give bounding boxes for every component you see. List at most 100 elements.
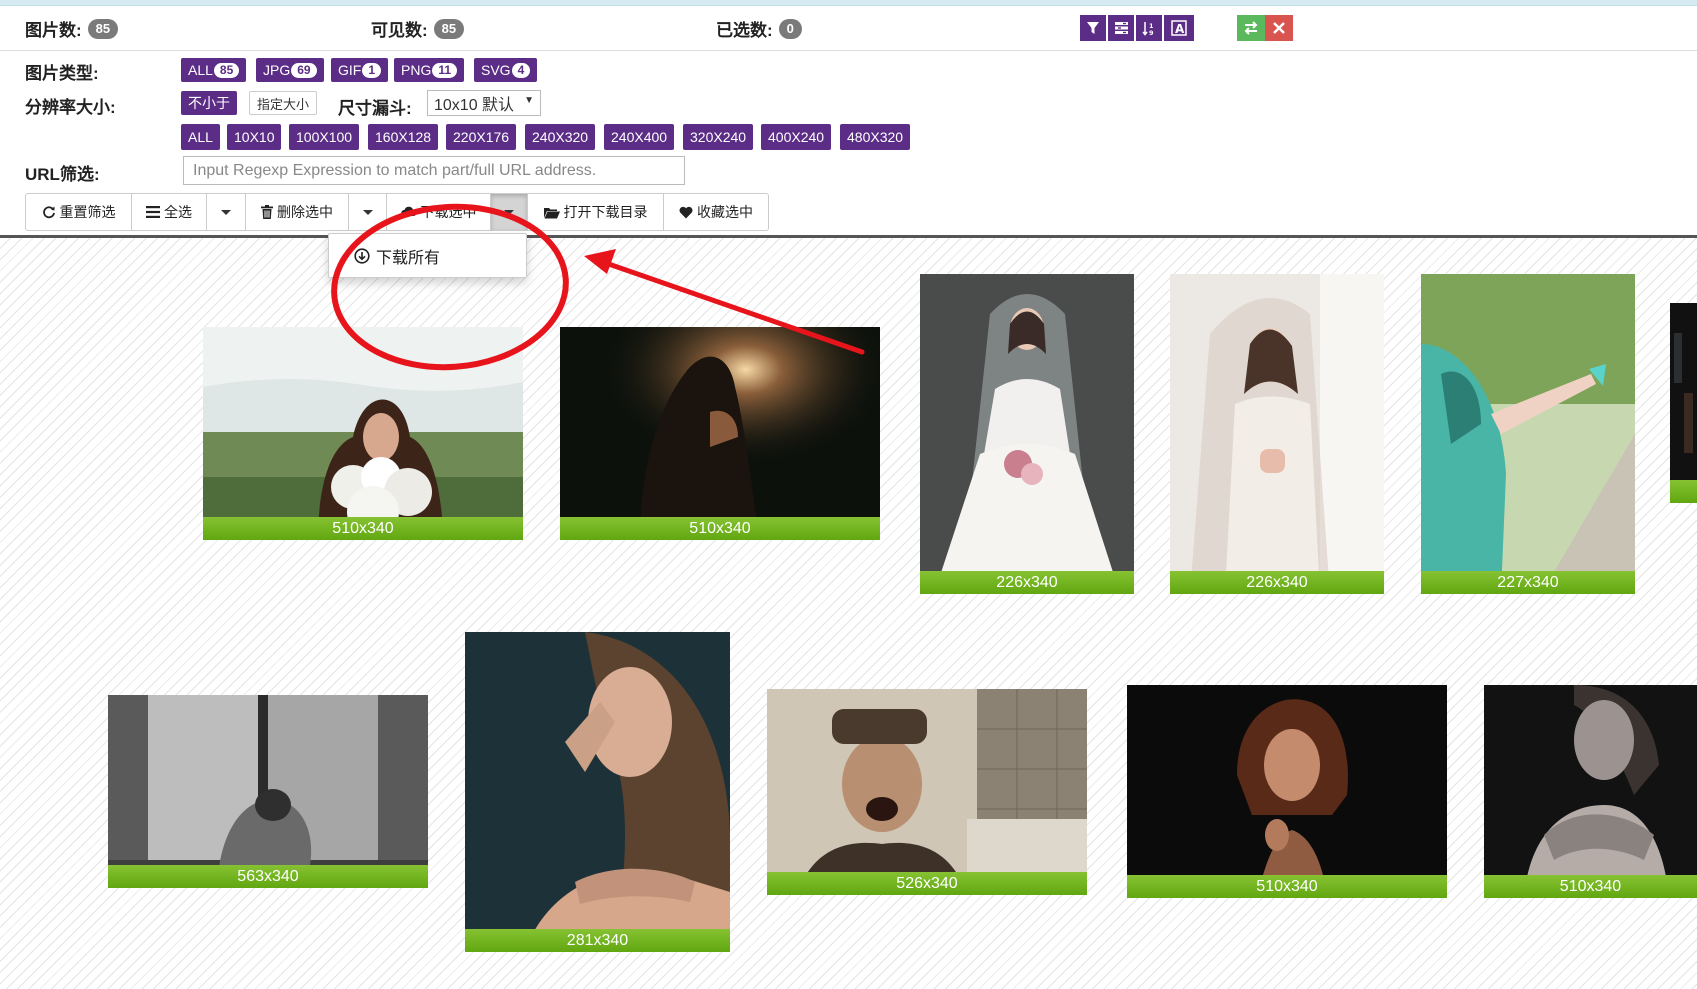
selected-count-label: 已选数: [716, 21, 773, 40]
selected-count-badge: 0 [778, 18, 802, 39]
image-card-partial[interactable] [1670, 303, 1697, 503]
select-all-button[interactable]: 全选 [132, 194, 207, 230]
size-filter-240x400[interactable]: 240X400 [604, 124, 675, 150]
total-count-label: 图片数: [25, 21, 82, 40]
photo-thumbnail [767, 689, 1087, 895]
filter-icon [1087, 22, 1099, 34]
font-toggle-button[interactable]: A [1164, 15, 1194, 41]
download-circle-icon [354, 247, 370, 264]
favorite-selected-button[interactable]: 收藏选中 [664, 194, 768, 230]
caret-down-icon: ▼ [524, 95, 534, 106]
delete-selected-label: 删除选中 [277, 204, 333, 220]
type-filter-all-name: ALL [188, 62, 213, 78]
image-type-label: 图片类型: [25, 64, 99, 83]
font-icon: A [1171, 20, 1187, 36]
image-card[interactable]: 526x340 [767, 689, 1087, 895]
size-funnel-select[interactable]: 10x10 默认 ▼ [427, 90, 541, 116]
image-card[interactable]: 226x340 [1170, 274, 1384, 594]
type-filter-all[interactable]: ALL 85 [181, 58, 247, 82]
type-filter-gif-name: GIF [338, 62, 362, 78]
type-filter-gif-count: 1 [362, 62, 382, 78]
svg-text:9: 9 [1149, 29, 1154, 36]
top-border [0, 0, 1697, 6]
type-filter-gif[interactable]: GIF 1 [331, 58, 389, 82]
close-icon [1273, 22, 1285, 34]
image-size-caption: 563x340 [108, 865, 428, 888]
select-all-label: 全选 [164, 204, 192, 220]
close-button[interactable] [1265, 15, 1293, 41]
type-filter-svg-count: 4 [511, 62, 531, 78]
image-size-caption: 510x340 [203, 517, 523, 540]
cloud-download-icon [400, 206, 417, 219]
image-card[interactable]: 510x340 [203, 327, 523, 540]
type-filter-svg[interactable]: SVG 4 [474, 58, 538, 82]
photo-thumbnail [1421, 274, 1635, 594]
image-size-caption: 226x340 [1170, 571, 1384, 594]
filter-toggle-button[interactable] [1080, 15, 1106, 41]
action-button-group: 重置筛选 全选 删除选中 下载选中 打开下载目录 收藏选中 [25, 193, 769, 231]
size-filter-10x10[interactable]: 10X10 [227, 124, 282, 150]
select-options-dropdown-toggle[interactable] [207, 194, 246, 230]
size-filter-220x176[interactable]: 220X176 [446, 124, 517, 150]
size-filter-480x320[interactable]: 480X320 [840, 124, 911, 150]
visible-count-stat: 可见数: 85 [371, 16, 465, 41]
size-filter-all[interactable]: ALL [181, 124, 220, 150]
photo-thumbnail [203, 327, 523, 540]
type-filter-png-count: 11 [432, 62, 458, 78]
resolution-label: 分辨率大小: [25, 98, 116, 117]
type-filter-jpg-count: 69 [291, 62, 317, 78]
sort-toggle-button[interactable]: 19 [1136, 15, 1162, 41]
image-card[interactable]: 281x340 [465, 632, 730, 952]
size-filter-160x128[interactable]: 160X128 [368, 124, 439, 150]
url-filter-label: URL筛选: [25, 165, 100, 184]
reset-filter-button[interactable]: 重置筛选 [26, 194, 132, 230]
delete-options-dropdown-toggle[interactable] [349, 194, 387, 230]
exchange-icon [1244, 21, 1258, 35]
url-regexp-input[interactable] [183, 156, 685, 185]
tasks-icon [1114, 22, 1128, 34]
photo-thumbnail [1127, 685, 1447, 898]
visible-count-badge: 85 [433, 18, 465, 39]
delete-selected-button[interactable]: 删除选中 [246, 194, 349, 230]
download-all-label: 下载所有 [376, 249, 441, 267]
download-selected-button[interactable]: 下载选中 [387, 194, 491, 230]
selected-count-stat: 已选数: 0 [716, 16, 802, 41]
not-smaller-toggle[interactable]: 不小于 [181, 91, 237, 115]
size-filter-320x240[interactable]: 320X240 [683, 124, 754, 150]
open-download-dir-button[interactable]: 打开下载目录 [528, 194, 664, 230]
size-filter-240x320[interactable]: 240X320 [525, 124, 596, 150]
size-funnel-label: 尺寸漏斗: [338, 99, 412, 118]
type-filter-jpg[interactable]: JPG 69 [256, 58, 324, 82]
photo-thumbnail [108, 695, 428, 888]
svg-text:A: A [1175, 22, 1185, 36]
image-size-caption: 510x340 [1127, 875, 1447, 898]
image-card[interactable]: 510x340 [560, 327, 880, 540]
refresh-icon [42, 206, 55, 219]
size-filter-100x100[interactable]: 100X100 [289, 124, 360, 150]
download-options-dropdown-toggle[interactable] [491, 194, 528, 230]
photo-thumbnail [1670, 303, 1697, 503]
image-card[interactable]: 510x340 [1484, 685, 1697, 898]
specified-size-toggle[interactable]: 指定大小 [249, 91, 318, 115]
caret-down-icon [362, 209, 373, 215]
download-all-menu-item[interactable]: 下载所有 [328, 233, 527, 278]
photo-thumbnail [1170, 274, 1384, 594]
type-filter-jpg-name: JPG [263, 62, 291, 78]
tasks-toggle-button[interactable] [1108, 15, 1134, 41]
swap-button[interactable] [1237, 15, 1265, 41]
image-card[interactable]: 510x340 [1127, 685, 1447, 898]
total-count-badge: 85 [87, 18, 119, 39]
image-card[interactable]: 563x340 [108, 695, 428, 888]
visible-count-label: 可见数: [371, 21, 428, 40]
type-filter-png[interactable]: PNG 11 [394, 58, 465, 82]
size-filter-400x240[interactable]: 400X240 [761, 124, 832, 150]
image-card[interactable]: 227x340 [1421, 274, 1635, 594]
image-grid: 510x340 510x340 226x340 226x340 227x340 … [0, 238, 1697, 989]
folder-open-icon [543, 207, 560, 218]
download-selected-label: 下载选中 [420, 204, 477, 220]
heart-icon [679, 206, 693, 218]
image-card[interactable]: 226x340 [920, 274, 1134, 594]
size-funnel-value: 10x10 默认 [434, 97, 515, 114]
photo-thumbnail [1484, 685, 1697, 898]
favorite-selected-label: 收藏选中 [697, 204, 753, 220]
